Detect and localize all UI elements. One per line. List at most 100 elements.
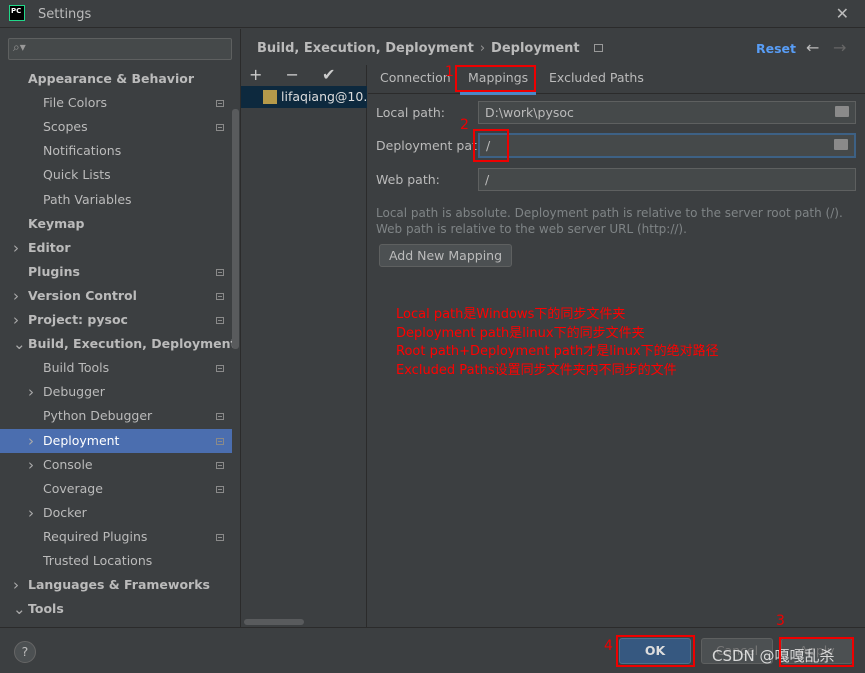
- sidebar-item-label: Languages & Frameworks: [28, 577, 210, 593]
- folder-icon[interactable]: [834, 139, 848, 150]
- sidebar-item-label: Plugins: [28, 263, 80, 279]
- add-new-mapping-button[interactable]: Add New Mapping: [379, 244, 512, 267]
- chevron-right-icon[interactable]: ›: [13, 236, 19, 260]
- tab-bar: Connection Mappings Excluded Paths: [368, 65, 865, 95]
- sidebar-item[interactable]: Trusted Locations: [0, 549, 232, 573]
- annotation-number: 1: [445, 64, 454, 80]
- title-bar: PC Settings ✕: [0, 0, 865, 28]
- sidebar-item[interactable]: Scopes: [0, 115, 232, 139]
- sidebar-item-label: Docker: [43, 504, 87, 520]
- dialog-footer: ? OK Cancel Apply CSDN @嘎嘎乱杀: [0, 627, 865, 673]
- sidebar-item-label: Python Debugger: [43, 408, 153, 424]
- chevron-right-icon[interactable]: ›: [13, 284, 19, 308]
- sidebar-item-label: Notifications: [43, 143, 122, 159]
- chevron-right-icon[interactable]: ›: [28, 380, 34, 404]
- sidebar-item[interactable]: Required Plugins: [0, 525, 232, 549]
- project-settings-icon: [216, 485, 224, 493]
- web-path-label: Web path:: [376, 172, 440, 187]
- sidebar-item[interactable]: Plugins: [0, 260, 232, 284]
- sidebar-item[interactable]: Build Tools: [0, 356, 232, 380]
- search-icon: ⌕▾: [13, 40, 26, 54]
- server-list: + − ✔ lifaqiang@10.17: [241, 65, 367, 627]
- annotation-number: 3: [776, 613, 785, 629]
- sidebar-item[interactable]: › Console: [0, 453, 232, 477]
- sidebar-item-label: Tools: [28, 601, 64, 617]
- sidebar-item-label: Debugger: [43, 384, 105, 400]
- sidebar-item-label: Project: pysoc: [28, 312, 128, 327]
- sidebar-item[interactable]: Path Variables: [0, 188, 232, 212]
- sidebar-item-label: File Colors: [43, 95, 108, 111]
- annotation-number: 2: [460, 117, 469, 133]
- sidebar-item[interactable]: Appearance & Behavior: [0, 67, 232, 91]
- sidebar-item[interactable]: › Languages & Frameworks: [0, 573, 232, 597]
- deployment-path-field[interactable]: /: [478, 133, 856, 158]
- tab-mappings[interactable]: Mappings: [459, 70, 537, 95]
- sidebar-item[interactable]: › Deployment: [0, 428, 232, 453]
- chevron-right-icon[interactable]: ›: [13, 308, 19, 332]
- sidebar-item[interactable]: › Editor: [0, 236, 232, 260]
- sidebar-item-label: Quick Lists: [43, 167, 111, 183]
- sidebar-item-label: Required Plugins: [43, 528, 148, 544]
- ok-button[interactable]: OK: [619, 638, 691, 664]
- sidebar-item[interactable]: › Debugger: [0, 380, 232, 404]
- sftp-icon: [263, 90, 277, 104]
- tab-excluded-paths[interactable]: Excluded Paths: [549, 70, 644, 85]
- local-path-field[interactable]: D:\work\pysoc: [478, 101, 856, 124]
- sidebar-item-label: Build, Execution, Deployment: [28, 336, 237, 352]
- sidebar-item-label: Build Tools: [43, 360, 110, 376]
- watermark: CSDN @嘎嘎乱杀: [712, 647, 835, 665]
- reset-link[interactable]: Reset: [756, 41, 796, 56]
- close-icon[interactable]: ✕: [836, 4, 849, 23]
- chevron-down-icon[interactable]: ⌄: [13, 597, 26, 621]
- chevron-right-icon[interactable]: ›: [13, 573, 19, 597]
- sidebar-item[interactable]: Notifications: [0, 139, 232, 163]
- window-title: Settings: [38, 7, 92, 22]
- horizontal-scrollbar[interactable]: [244, 619, 304, 625]
- server-toolbar[interactable]: + − ✔: [249, 65, 344, 84]
- sidebar-item[interactable]: › Docker: [0, 501, 232, 525]
- sidebar-item-label: Scopes: [43, 119, 88, 135]
- help-button[interactable]: ?: [14, 641, 36, 663]
- web-path-field[interactable]: /: [478, 168, 856, 191]
- hint-text: Local path is absolute. Deployment path …: [376, 206, 843, 236]
- chevron-right-icon[interactable]: ›: [28, 453, 34, 477]
- project-settings-icon: [216, 292, 224, 300]
- sidebar-item[interactable]: Quick Lists: [0, 163, 232, 187]
- server-item[interactable]: lifaqiang@10.17: [241, 86, 367, 108]
- project-settings-icon: [216, 533, 224, 541]
- sidebar-item-label: Console: [43, 456, 93, 472]
- sidebar-item[interactable]: ⌄ Build, Execution, Deployment: [0, 332, 236, 356]
- sidebar-item[interactable]: › Version Control: [0, 284, 232, 308]
- project-settings-icon: [216, 413, 224, 421]
- sidebar-scrollbar[interactable]: [232, 109, 239, 349]
- pycharm-logo: PC: [9, 5, 25, 21]
- annotation-notes: Local path是Windows下的同步文件夹 Deployment pat…: [396, 307, 719, 378]
- project-settings-icon: [216, 461, 224, 469]
- project-settings-icon: [216, 124, 224, 132]
- tab-connection[interactable]: Connection: [380, 70, 451, 85]
- project-settings-icon: [216, 317, 224, 324]
- sidebar-item[interactable]: Python Debugger: [0, 404, 232, 428]
- sidebar-item-label: Appearance & Behavior: [28, 71, 194, 86]
- sidebar-item-label: Deployment: [43, 432, 120, 448]
- sidebar-item-label: Editor: [28, 239, 71, 255]
- chevron-down-icon[interactable]: ⌄: [13, 332, 26, 356]
- annotation-number: 4: [604, 638, 613, 654]
- sidebar-item-label: Keymap: [28, 215, 85, 231]
- sidebar-item[interactable]: ⌄ Tools: [0, 597, 232, 621]
- page-icon: [594, 44, 604, 52]
- folder-icon[interactable]: [835, 106, 849, 117]
- project-settings-icon: [216, 100, 224, 108]
- deployment-panel: Build, Execution, Deployment › Deployment …: [240, 29, 865, 627]
- forward-arrow-icon[interactable]: →: [833, 38, 846, 57]
- sidebar-item[interactable]: Coverage: [0, 477, 232, 501]
- back-arrow-icon[interactable]: ←: [806, 38, 819, 57]
- chevron-right-icon[interactable]: ›: [28, 501, 34, 525]
- breadcrumb: Build, Execution, Deployment › Deployment: [257, 41, 604, 56]
- sidebar-item[interactable]: File Colors: [0, 91, 232, 115]
- sidebar-item[interactable]: Keymap: [0, 212, 232, 236]
- sidebar-item[interactable]: › Project: pysoc: [0, 308, 232, 332]
- settings-sidebar: ⌕▾ Appearance & Behavior File Colors Scope…: [0, 29, 240, 627]
- chevron-right-icon[interactable]: ›: [28, 429, 34, 453]
- search-input[interactable]: ⌕▾: [8, 38, 232, 60]
